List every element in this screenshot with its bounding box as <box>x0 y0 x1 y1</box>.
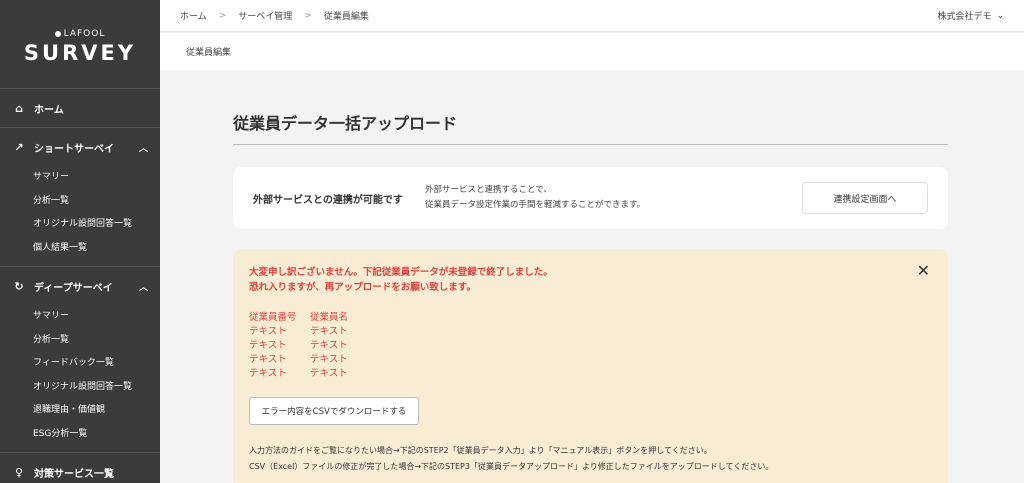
trend-icon: ↗ <box>14 140 24 154</box>
table-row: テキスト テキスト <box>249 339 932 353</box>
cell-employee-name: テキスト <box>310 368 348 379</box>
chevron-down-icon: ⌄ <box>996 10 1004 21</box>
cell-employee-number: テキスト <box>249 368 287 379</box>
chevron-up-icon: ︿ <box>138 282 148 293</box>
error-table-header: 従業員番号 従業員名 <box>249 311 932 325</box>
logo-main: SURVEY <box>23 41 137 65</box>
error-table: 従業員番号 従業員名 テキスト テキスト テキスト テキスト テキスト テキスト… <box>249 311 932 381</box>
sidebar-item-short-analysis[interactable]: 分析一覧 <box>0 190 160 214</box>
table-row: テキスト テキスト <box>249 325 932 339</box>
cell-employee-number: テキスト <box>249 354 287 365</box>
sidebar-item-short-original[interactable]: オリジナル設問回答一覧 <box>0 213 160 237</box>
cell-employee-name: テキスト <box>310 340 348 351</box>
error-message-line1: 大変申し訳ございません。下記従業員データが未登録で終了しました。 <box>249 267 553 278</box>
integration-settings-button[interactable]: 連携設定画面へ <box>802 182 928 214</box>
sidebar-item-short-individual[interactable]: 個人結果一覧 <box>0 237 160 261</box>
nav-section-short: ↗ ショートサーベイ ︿ サマリー 分析一覧 オリジナル設問回答一覧 個人結果一… <box>0 128 160 267</box>
header-employee-name: 従業員名 <box>310 312 349 323</box>
integration-desc: 外部サービスと連携することで、 従業員データ設定作業の手間を軽減することができま… <box>425 183 645 213</box>
sidebar-item-deep-summary[interactable]: サマリー <box>0 305 160 329</box>
company-menu[interactable]: 株式会社デモ ⌄ <box>937 9 1004 23</box>
integration-desc-line2: 従業員データ設定作業の手間を軽減することができます。 <box>425 200 646 210</box>
nav-section-deep: ↻ ディープサーベイ ︿ サマリー 分析一覧 フィードバック一覧 オリジナル設問… <box>0 267 160 453</box>
logo[interactable]: LAFOOL SURVEY <box>0 0 160 88</box>
error-message-line2: 恐れ入りますが、再アップロードをお願い致します。 <box>249 282 476 293</box>
breadcrumb-survey-admin[interactable]: サーベイ管理 <box>238 9 292 22</box>
error-panel: ✕ 大変申し訳ございません。下記従業員データが未登録で終了しました。 恐れ入りま… <box>233 249 948 483</box>
breadcrumb-current: 従業員編集 <box>323 12 369 22</box>
sidebar-item-label: 対策サービス一覧 <box>34 468 114 480</box>
integration-card: 外部サービスとの連携が可能です 外部サービスと連携することで、 従業員データ設定… <box>233 167 948 229</box>
sidebar-item-deep-esg[interactable]: ESG分析一覧 <box>0 423 160 447</box>
nav-section-home: ⌂ ホーム <box>0 89 160 128</box>
topbar: ホーム > サーベイ管理 > 従業員編集 株式会社デモ ⌄ <box>160 0 1024 32</box>
page-subheader: 従業員編集 <box>160 33 1024 70</box>
logo-sub: LAFOOL <box>54 29 106 39</box>
integration-title: 外部サービスとの連携が可能です <box>253 194 403 206</box>
download-csv-button[interactable]: エラー内容をCSVでダウンロードする <box>249 397 419 425</box>
chevron-up-icon: ︿ <box>138 143 148 154</box>
breadcrumb-separator-icon: > <box>304 10 312 21</box>
logo-sub-text: LAFOOL <box>63 29 106 39</box>
guide-line1: 入力方法のガイドをご覧になりたい場合→下記のSTEP2「従業員データ入力」より「… <box>249 446 712 455</box>
sidebar-item-deep-original[interactable]: オリジナル設問回答一覧 <box>0 376 160 400</box>
sidebar-item-deep-analysis[interactable]: 分析一覧 <box>0 329 160 353</box>
cell-employee-number: テキスト <box>249 340 287 351</box>
guide-line2: CSV（Excel）ファイルの修正が完了した場合→下記のSTEP3「従業員データ… <box>249 462 774 471</box>
main-content: 従業員データ一括アップロード 外部サービスとの連携が可能です 外部サービスと連携… <box>233 100 948 483</box>
nav-section-measures: ♀ 対策サービス一覧 <box>0 453 160 483</box>
sidebar-item-short-summary[interactable]: サマリー <box>0 166 160 190</box>
deep-submenu: サマリー 分析一覧 フィードバック一覧 オリジナル設問回答一覧 退職理由・価値観… <box>0 305 160 452</box>
breadcrumb-home[interactable]: ホーム <box>180 9 207 22</box>
lightbulb-icon: ♀ <box>14 465 24 479</box>
close-icon[interactable]: ✕ <box>917 261 930 280</box>
guide-text: 入力方法のガイドをご覧になりたい場合→下記のSTEP2「従業員データ入力」より「… <box>249 443 932 475</box>
table-row: テキスト テキスト <box>249 367 932 381</box>
sidebar-item-label: ディープサーベイ <box>34 282 113 294</box>
company-name: 株式会社デモ <box>937 12 992 22</box>
cell-employee-number: テキスト <box>249 326 287 337</box>
page-title: 従業員データ一括アップロード <box>233 100 948 145</box>
logo-dot-icon <box>54 31 61 37</box>
sidebar-item-label: ショートサーベイ <box>34 143 114 155</box>
integration-desc-line1: 外部サービスと連携することで、 <box>425 185 552 195</box>
sidebar-item-measures[interactable]: ♀ 対策サービス一覧 <box>0 453 160 483</box>
refresh-icon: ↻ <box>14 279 24 293</box>
breadcrumb-separator-icon: > <box>218 10 227 21</box>
sidebar: LAFOOL SURVEY ⌂ ホーム ↗ ショートサーベイ ︿ サマリー 分析… <box>0 0 160 483</box>
cell-employee-name: テキスト <box>310 326 348 337</box>
sidebar-item-short-survey[interactable]: ↗ ショートサーベイ ︿ <box>0 128 160 166</box>
error-message: 大変申し訳ございません。下記従業員データが未登録で終了しました。 恐れ入りますが… <box>249 265 932 295</box>
sidebar-item-home[interactable]: ⌂ ホーム <box>0 89 160 127</box>
sidebar-item-deep-retire[interactable]: 退職理由・価値観 <box>0 399 160 423</box>
sidebar-item-label: ホーム <box>34 104 64 116</box>
header-employee-number: 従業員番号 <box>249 312 297 323</box>
short-submenu: サマリー 分析一覧 オリジナル設問回答一覧 個人結果一覧 <box>0 166 160 266</box>
sidebar-item-deep-feedback[interactable]: フィードバック一覧 <box>0 352 160 376</box>
sidebar-item-deep-survey[interactable]: ↻ ディープサーベイ ︿ <box>0 267 160 305</box>
home-icon: ⌂ <box>15 101 23 115</box>
table-row: テキスト テキスト <box>249 353 932 367</box>
nav: ⌂ ホーム ↗ ショートサーベイ ︿ サマリー 分析一覧 オリジナル設問回答一覧… <box>0 88 160 483</box>
cell-employee-name: テキスト <box>310 354 348 365</box>
